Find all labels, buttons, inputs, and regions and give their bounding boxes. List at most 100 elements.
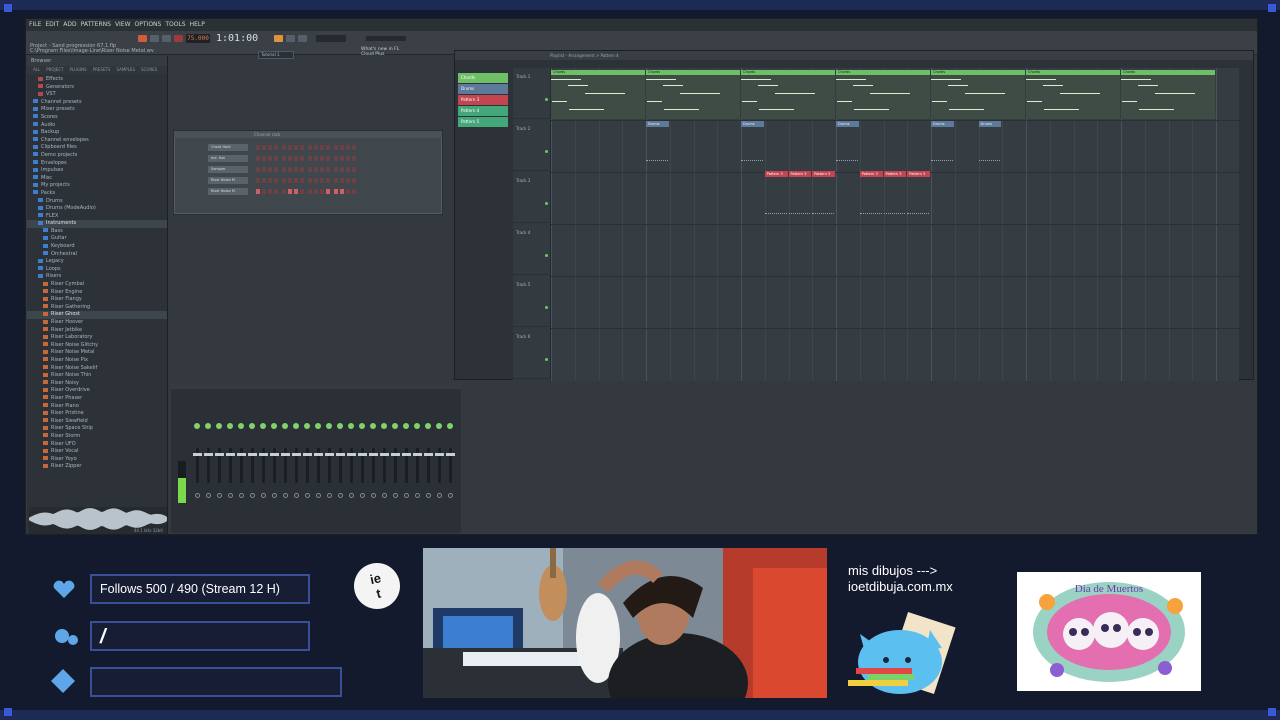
step-button[interactable] [314,156,318,161]
pan-knob[interactable] [425,423,431,429]
browser-item[interactable]: Envelopes [27,160,167,168]
browser-tab-all[interactable]: ALL [33,66,40,74]
fader-cap[interactable] [259,453,268,456]
browser-item[interactable]: Riser Laboratory [27,334,167,342]
step-button[interactable] [334,178,338,183]
browser-item[interactable]: Riser Siewfield [27,418,167,426]
step-button[interactable] [314,189,318,194]
hint-field[interactable]: Tutorial 1 [258,51,294,59]
send-knob[interactable] [294,493,299,498]
mixer-strip[interactable] [435,393,444,528]
pattern-item[interactable]: Pattern 5 [458,117,508,127]
browser-item[interactable]: Legacy [27,258,167,266]
fader-cap[interactable] [358,453,367,456]
track-mute-led[interactable] [545,306,548,309]
browser-item[interactable]: Demo projects [27,152,167,160]
pan-knob[interactable] [447,423,453,429]
riser-clip[interactable]: Pattern 3 [907,171,930,177]
browser-item[interactable]: Bass [27,228,167,236]
pan-knob[interactable] [359,423,365,429]
step-button[interactable] [352,178,356,183]
mixer-strip[interactable] [215,393,224,528]
step-button[interactable] [340,167,344,172]
pan-knob[interactable] [403,423,409,429]
channel-name-button[interactable]: Riser Noise M [208,188,248,195]
browser-tab-project[interactable]: PROJECT [46,66,63,74]
browser-item[interactable]: Channel envelopes [27,137,167,145]
mixer-strip[interactable] [270,393,279,528]
chord-clip[interactable]: Chords [1121,70,1215,119]
step-button[interactable] [282,145,286,150]
mixer-strip[interactable] [204,393,213,528]
track-mute-led[interactable] [545,98,548,101]
step-button[interactable] [256,145,260,150]
wait-button[interactable] [286,35,295,42]
step-button[interactable] [320,189,324,194]
send-knob[interactable] [261,493,266,498]
track-mute-led[interactable] [545,150,548,153]
step-button[interactable] [308,145,312,150]
step-button[interactable] [346,167,350,172]
browser-item[interactable]: Riser Engine [27,289,167,297]
step-button[interactable] [346,189,350,194]
pan-knob[interactable] [227,423,233,429]
browser-item[interactable]: Riser Vocal [27,448,167,456]
track-mute-led[interactable] [545,254,548,257]
menu-item-tools[interactable]: TOOLS [165,21,185,28]
browser-item[interactable]: Loops [27,266,167,274]
mixer-strip[interactable] [413,393,422,528]
drum-clip[interactable]: Drums [836,121,859,127]
step-button[interactable] [352,189,356,194]
step-button[interactable] [268,145,272,150]
fader-cap[interactable] [281,453,290,456]
fader-cap[interactable] [215,453,224,456]
browser-item[interactable]: Drums [27,198,167,206]
step-button[interactable] [340,189,344,194]
step-button[interactable] [282,178,286,183]
step-button[interactable] [334,156,338,161]
step-button[interactable] [256,167,260,172]
riser-clip[interactable]: Pattern 3 [859,171,883,177]
chord-clip[interactable]: Chords [646,70,740,119]
step-button[interactable] [288,156,292,161]
fader-cap[interactable] [303,453,312,456]
step-button[interactable] [326,167,330,172]
step-button[interactable] [294,167,298,172]
drum-clip[interactable]: Drums [931,121,954,127]
mixer-strip[interactable] [248,393,257,528]
send-knob[interactable] [448,493,453,498]
step-button[interactable] [334,167,338,172]
send-knob[interactable] [437,493,442,498]
step-button[interactable] [320,145,324,150]
step-button[interactable] [282,189,286,194]
channel-name-button[interactable]: Ind. Hat [208,155,248,162]
browser-item[interactable]: Riser Jetbike [27,327,167,335]
browser-item[interactable]: Riser UFO [27,441,167,449]
step-button[interactable] [262,156,266,161]
browser-item[interactable]: Channel presets [27,99,167,107]
fader-cap[interactable] [435,453,444,456]
browser-item[interactable]: Drums (ModeAudio) [27,205,167,213]
browser-tab-presets[interactable]: PRESETS [93,66,111,74]
send-knob[interactable] [327,493,332,498]
step-button[interactable] [340,156,344,161]
step-button[interactable] [288,167,292,172]
pan-knob[interactable] [414,423,420,429]
step-button[interactable] [282,167,286,172]
browser-item[interactable]: Riser Space Ship [27,425,167,433]
browser-item[interactable]: VST [27,91,167,99]
menu-item-edit[interactable]: EDIT [45,21,59,28]
step-button[interactable] [262,178,266,183]
send-knob[interactable] [206,493,211,498]
record-button[interactable] [174,35,183,42]
pan-knob[interactable] [326,423,332,429]
step-button[interactable] [308,156,312,161]
mixer-strip[interactable] [336,393,345,528]
send-knob[interactable] [371,493,376,498]
pan-knob[interactable] [194,423,200,429]
send-knob[interactable] [404,493,409,498]
browser-item[interactable]: Clipboard files [27,144,167,152]
browser-item[interactable]: Misc [27,175,167,183]
step-button[interactable] [300,145,304,150]
menu-item-options[interactable]: OPTIONS [135,21,162,28]
